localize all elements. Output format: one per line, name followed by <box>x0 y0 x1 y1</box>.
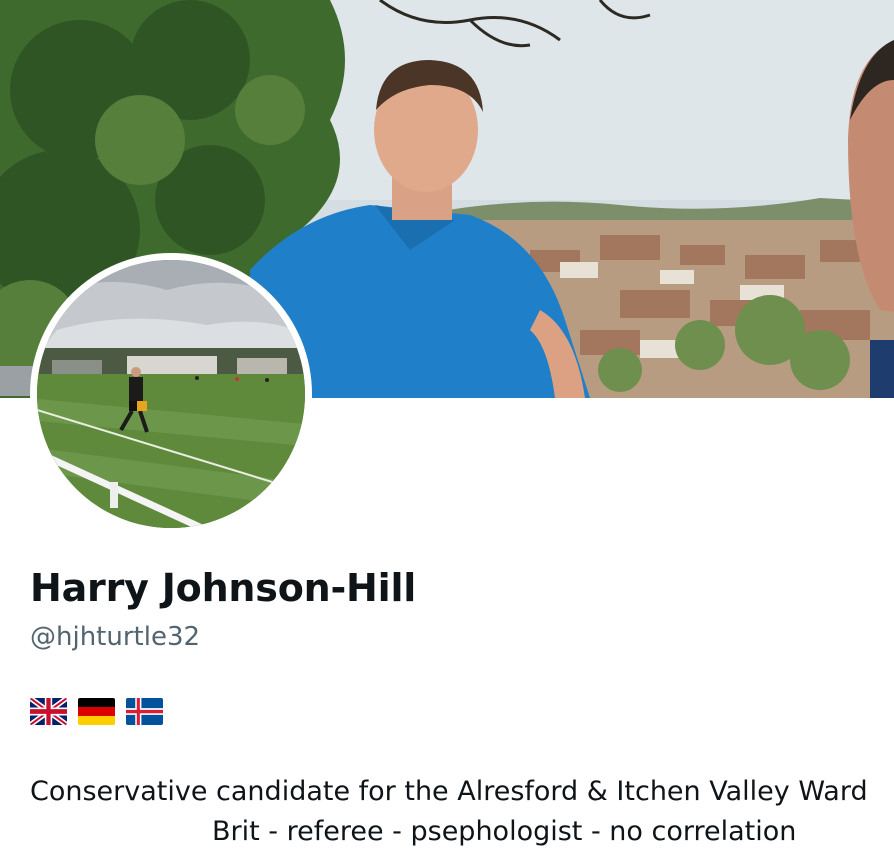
avatar-photo <box>37 260 305 528</box>
profile-avatar[interactable] <box>30 253 312 535</box>
user-handle: @hjhturtle32 <box>30 622 201 652</box>
uk-flag-icon <box>30 698 67 725</box>
iceland-flag-icon <box>126 698 163 725</box>
bio-line-1: Conservative candidate for the Alresford… <box>30 776 868 807</box>
profile-page: Harry Johnson-Hill @hjhturtle32 Conserva… <box>0 0 894 868</box>
flag-emoji-row <box>30 698 163 725</box>
germany-flag-icon <box>78 698 115 725</box>
profile-bio: Conservative candidate for the Alresford… <box>0 772 894 852</box>
bio-line-2: Brit - referee - psephologist - no corre… <box>212 816 797 847</box>
display-name: Harry Johnson-Hill <box>30 566 417 610</box>
